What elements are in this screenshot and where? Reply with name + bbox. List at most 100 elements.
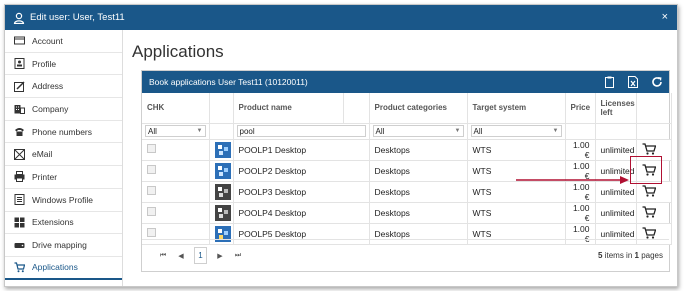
sidebar-item-drive-mapping[interactable]: Drive mapping (5, 234, 122, 257)
refresh-button[interactable] (651, 75, 663, 88)
category-cell: Desktops (369, 202, 468, 224)
sidebar-item-label: Windows Profile (32, 194, 93, 205)
sidebar-item-account[interactable]: Account (5, 30, 122, 53)
target-system-cell: WTS (467, 202, 566, 224)
cart-icon[interactable] (642, 142, 656, 155)
product-name-cell: POOLP1 Desktop (233, 139, 370, 161)
sidebar-item-phone-numbers[interactable]: Phone numbers (5, 121, 122, 144)
row-checkbox[interactable] (147, 144, 156, 153)
page-title: Applications (132, 42, 224, 61)
panel-header: Book applications User Test11 (10120011) (142, 71, 669, 93)
refresh-icon (652, 76, 662, 87)
licenses-cell: unlimited (595, 202, 637, 224)
col-header-blank (343, 93, 370, 124)
target-system-filter-select[interactable]: All ▼ (470, 125, 562, 137)
sidebar-item-label: Drive mapping (32, 240, 87, 251)
category-cell: Desktops (369, 160, 468, 182)
next-page-icon[interactable]: ▶ (211, 252, 229, 260)
filter-row: All ▼ pool All ▼ All ▼ (142, 123, 672, 140)
pager-info: 5 items in 1 pages (598, 251, 663, 260)
category-cell: Desktops (369, 181, 468, 203)
profile-icon (14, 58, 25, 70)
excel-export-button[interactable] (627, 75, 639, 88)
product-name-filter-input[interactable]: pool (236, 125, 366, 137)
mail-icon (14, 148, 25, 160)
chevron-down-icon: ▼ (552, 128, 559, 134)
sidebar-item-printer[interactable]: Printer (5, 166, 122, 189)
last-page-icon[interactable]: ⏭ (229, 252, 247, 260)
chk-filter-select[interactable]: All ▼ (145, 125, 206, 137)
annotation-highlight-box (630, 156, 662, 184)
sidebar-item-label: Profile (32, 58, 57, 69)
sidebar-item-label: Applications (32, 262, 78, 273)
sidebar-item-address[interactable]: Address (5, 75, 122, 99)
price-cell: 1.00 € (565, 202, 596, 224)
sidebar-item-profile[interactable]: Profile (5, 53, 122, 76)
drive-icon (14, 242, 25, 248)
category-filter-select[interactable]: All ▼ (372, 125, 464, 137)
current-page[interactable]: 1 (194, 247, 207, 264)
sidebar-item-label: Address (32, 81, 64, 92)
product-name-cell: POOLP3 Desktop (233, 181, 370, 203)
book-applications-panel: Book applications User Test11 (10120011) (141, 70, 672, 272)
row-checkbox[interactable] (147, 186, 156, 195)
desktop-app-icon (214, 204, 231, 221)
product-name-cell: POOLP4 Desktop (233, 202, 370, 224)
cart-icon (14, 262, 25, 273)
building-icon (14, 105, 25, 115)
col-header-chk[interactable]: CHK (142, 93, 210, 124)
prev-page-icon[interactable]: ◀ (172, 252, 190, 260)
product-name-cell: POOLP2 Desktop (233, 160, 370, 182)
phone-icon (15, 128, 24, 137)
window-titlebar: Edit user: User, Test11 × (5, 5, 677, 30)
chevron-down-icon: ▼ (454, 128, 461, 134)
col-header-action (636, 93, 672, 124)
excel-icon (628, 75, 638, 88)
panel-toolbar (603, 75, 663, 88)
sidebar-item-email[interactable]: eMail (5, 143, 122, 167)
desktop-app-icon (214, 162, 231, 179)
clipboard-icon (604, 76, 614, 88)
desktop-app-icon (214, 183, 231, 200)
row-checkbox[interactable] (147, 165, 156, 174)
price-cell: 1.00 € (565, 139, 596, 161)
sidebar-item-label: Account (32, 35, 63, 46)
cart-icon[interactable] (642, 205, 656, 218)
clipboard-button[interactable] (603, 75, 615, 88)
sidebar-item-company[interactable]: Company (5, 98, 122, 121)
printer-icon (14, 171, 25, 183)
user-icon (13, 12, 25, 24)
chevron-down-icon: ▼ (196, 128, 203, 134)
doc-icon (14, 194, 25, 206)
panel-title: Book applications User Test11 (10120011) (149, 77, 308, 87)
pencil-icon (14, 81, 25, 92)
close-icon[interactable]: × (662, 11, 668, 23)
sidebar: Account Profile Address Company Phone nu… (5, 30, 123, 286)
col-header-price[interactable]: Price (565, 93, 596, 124)
edit-user-window: Edit user: User, Test11 × Account Profil… (4, 4, 678, 287)
category-cell: Desktops (369, 139, 468, 161)
sidebar-item-label: Printer (32, 171, 58, 182)
sidebar-item-extensions[interactable]: Extensions (5, 212, 122, 235)
cart-icon[interactable] (642, 226, 656, 239)
col-header-icon (209, 93, 234, 124)
pagination: ⏮ ◀ 1 ▶ ⏭ 5 items in 1 pages (142, 239, 669, 271)
sidebar-item-label: Company (32, 103, 69, 114)
col-header-target-system[interactable]: Target system (467, 93, 566, 124)
row-checkbox[interactable] (147, 228, 156, 237)
applications-table: CHK Product name Product categories Targ… (142, 93, 672, 245)
sidebar-item-label: Extensions (32, 217, 74, 228)
col-header-product-categories[interactable]: Product categories (369, 93, 468, 124)
first-page-icon[interactable]: ⏮ (154, 252, 172, 260)
sidebar-item-windows-profile[interactable]: Windows Profile (5, 189, 122, 212)
row-checkbox[interactable] (147, 207, 156, 216)
table-row: POOLP1 Desktop Desktops WTS 1.00 € unlim… (142, 139, 672, 161)
col-header-product-name[interactable]: Product name (233, 93, 344, 124)
table-row: POOLP4 Desktop Desktops WTS 1.00 € unlim… (142, 202, 672, 224)
target-system-cell: WTS (467, 139, 566, 161)
sidebar-item-label: Phone numbers (32, 126, 93, 137)
sidebar-item-applications[interactable]: Applications (5, 257, 122, 280)
annotation-arrow (516, 176, 629, 184)
cart-icon[interactable] (642, 184, 656, 197)
col-header-licenses-left[interactable]: Licenses left (595, 93, 637, 124)
